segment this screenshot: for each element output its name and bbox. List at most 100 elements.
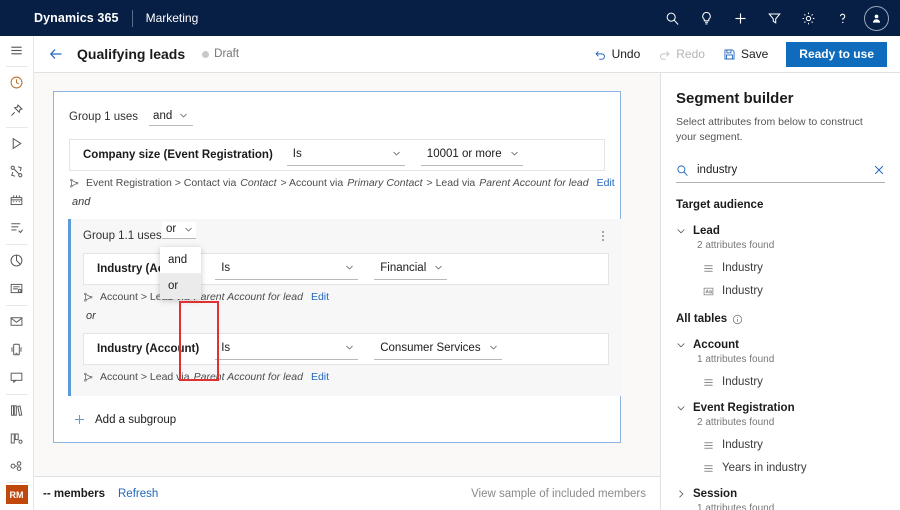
condition-attribute-label: Company size (Event Registration) <box>83 149 273 161</box>
segment-icon[interactable] <box>0 214 34 242</box>
undo-label: Undo <box>612 47 641 61</box>
condition-value-select[interactable]: Consumer Services <box>374 339 501 360</box>
entity-group-name: Session <box>693 488 737 500</box>
entity-group-name: Event Registration <box>693 402 795 414</box>
view-sample-link[interactable]: View sample of included members <box>471 488 646 500</box>
chevron-down-icon <box>434 263 443 272</box>
condition-operator-select[interactable]: Is <box>215 339 358 360</box>
attribute-item[interactable]: Industry <box>703 439 885 451</box>
path-edit-link[interactable]: Edit <box>311 291 329 303</box>
social-icon[interactable] <box>0 364 34 392</box>
pinned-icon[interactable] <box>0 97 34 125</box>
relationship-icon <box>83 292 94 303</box>
attribute-item[interactable]: Industry <box>703 285 885 297</box>
path-edit-link[interactable]: Edit <box>311 371 329 383</box>
relationship-icon <box>83 372 94 383</box>
attribute-item[interactable]: Industry <box>703 262 885 274</box>
clear-search-icon[interactable] <box>873 164 885 176</box>
status-badge: Draft <box>214 48 239 60</box>
subgroup-operator-dropdown[interactable]: or and or <box>162 222 196 239</box>
user-initials-badge[interactable]: RM <box>6 485 28 504</box>
hamburger-menu-icon[interactable] <box>0 36 34 64</box>
filter-icon[interactable] <box>757 0 791 36</box>
attribute-label: Industry <box>722 262 763 274</box>
search-icon[interactable] <box>655 0 689 36</box>
save-label: Save <box>741 47 768 61</box>
entity-group-account[interactable]: Account <box>676 339 885 351</box>
entity-group-count: 1 attributes found <box>697 354 885 365</box>
operator-dropdown-menu: and or <box>160 247 201 299</box>
group-1-header: Group 1 uses and <box>54 106 620 128</box>
plus-icon[interactable] <box>723 0 757 36</box>
analytics-icon[interactable] <box>0 247 34 275</box>
group-1-operator-select[interactable]: and <box>149 109 193 126</box>
email-icon[interactable] <box>0 308 34 336</box>
undo-button[interactable]: Undo <box>585 36 650 73</box>
save-button[interactable]: Save <box>714 36 777 73</box>
chevron-down-icon <box>345 263 354 272</box>
audience-icon[interactable] <box>0 452 34 480</box>
entity-group-lead[interactable]: Lead <box>676 225 885 237</box>
subgroup-1-1-header: Group 1.1 uses or and or <box>71 230 621 242</box>
attribute-search-box[interactable]: industry <box>676 158 885 183</box>
mobile-icon[interactable] <box>0 336 34 364</box>
journey-icon[interactable] <box>0 158 34 186</box>
segment-canvas: Group 1 uses and Company size (Event Reg… <box>34 73 660 476</box>
all-tables-heading: All tables <box>676 313 885 325</box>
template-icon[interactable] <box>0 424 34 452</box>
search-input[interactable]: industry <box>697 164 873 176</box>
add-subgroup-button[interactable]: Add a subgroup <box>54 396 620 442</box>
attribute-item[interactable]: Industry <box>703 376 885 388</box>
avatar[interactable] <box>859 0 893 36</box>
entity-group-count: 2 attributes found <box>697 417 885 428</box>
condition-value-select[interactable]: 10001 or more <box>421 145 523 166</box>
status-dot-icon <box>202 51 209 58</box>
dropdown-option-or[interactable]: or <box>160 273 201 299</box>
relationship-path-row: Event Registration > Contact via Contact… <box>54 171 620 189</box>
event-icon[interactable] <box>0 186 34 214</box>
back-arrow-icon[interactable] <box>45 43 67 65</box>
entity-group-event-registration[interactable]: Event Registration <box>676 402 885 414</box>
info-icon[interactable] <box>732 314 743 325</box>
attribute-item[interactable]: Years in industry <box>703 462 885 474</box>
panel-title: Segment builder <box>676 90 885 107</box>
path-entity-1: Parent Account for lead <box>194 371 303 383</box>
plus-icon <box>73 413 86 426</box>
page-title: Qualifying leads <box>77 46 185 62</box>
help-icon[interactable] <box>825 0 859 36</box>
library-icon[interactable] <box>0 396 34 424</box>
chevron-down-icon <box>184 225 193 234</box>
refresh-link[interactable]: Refresh <box>118 488 158 500</box>
group-1-container: Group 1 uses and Company size (Event Reg… <box>53 91 621 443</box>
entity-group-name: Account <box>693 339 739 351</box>
app-name-label: Marketing <box>146 11 199 25</box>
gear-icon[interactable] <box>791 0 825 36</box>
condition-operator-select[interactable]: Is <box>215 259 358 280</box>
save-icon <box>723 48 736 61</box>
condition-operator-select[interactable]: Is <box>287 145 405 166</box>
attribute-label: Industry <box>722 285 763 297</box>
attribute-label: Industry <box>722 376 763 388</box>
subgroup-1-1-container: Group 1.1 uses or and or <box>68 219 621 396</box>
condition-value-select[interactable]: Financial <box>374 259 447 280</box>
chevron-down-icon <box>510 149 519 158</box>
dropdown-option-and[interactable]: and <box>160 247 201 273</box>
condition-attribute-label: Industry (Account) <box>97 343 199 355</box>
path-edit-link[interactable]: Edit <box>597 177 615 189</box>
group-1-joiner-label: and <box>54 189 620 208</box>
recent-clock-icon[interactable] <box>0 69 34 97</box>
play-icon[interactable] <box>0 130 34 158</box>
subgroup-operator-select[interactable]: or <box>162 222 196 239</box>
optionset-icon <box>703 440 714 451</box>
optionset-icon <box>703 463 714 474</box>
entity-group-session[interactable]: Session <box>676 488 885 500</box>
bottom-status-bar: -- members Refresh View sample of includ… <box>34 476 660 510</box>
path-segment-1: Event Registration > Contact via <box>86 177 236 189</box>
form-icon[interactable] <box>0 275 34 303</box>
condition-operator-value: Is <box>293 148 302 160</box>
attribute-label: Industry <box>722 439 763 451</box>
all-tables-label: All tables <box>676 313 727 325</box>
subgroup-overflow-menu-icon[interactable] <box>602 231 604 241</box>
ready-to-use-button[interactable]: Ready to use <box>786 42 887 67</box>
lightbulb-icon[interactable] <box>689 0 723 36</box>
